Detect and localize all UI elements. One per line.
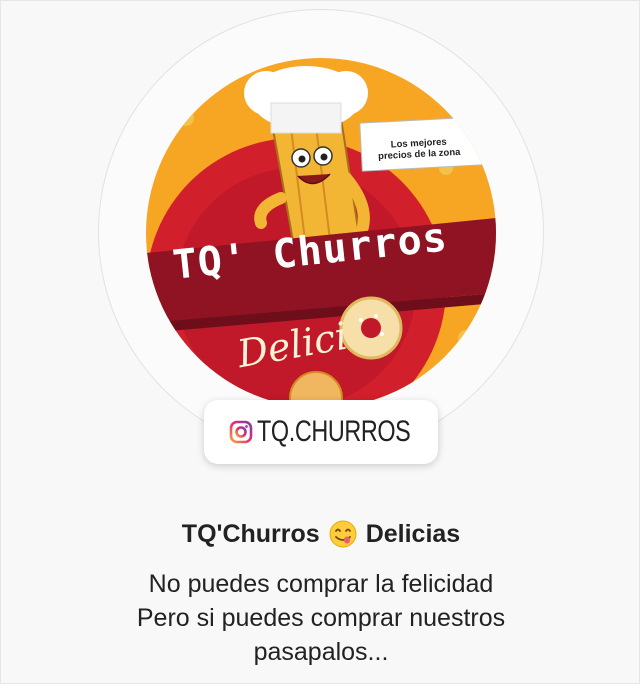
bio-line1: No puedes comprar la felicidad xyxy=(148,570,494,598)
profile-name-part2: Delicias xyxy=(365,519,461,548)
profile-bio: No puedes comprar la felicidad Pero si p… xyxy=(1,567,640,669)
yum-face-emoji-icon xyxy=(328,519,358,549)
bio-line2: Pero si puedes comprar nuestros xyxy=(136,604,506,632)
instagram-handle-text: TQ.CHURROS xyxy=(256,415,411,448)
story-frame: Los mejores precios de la zona TQ' Churr… xyxy=(0,0,640,684)
instagram-handle-sticker[interactable]: TQ.CHURROS xyxy=(204,400,438,464)
bio-line3: pasapalos... xyxy=(253,638,389,666)
instagram-icon xyxy=(229,420,253,444)
profile-name-part1: TQ'Churros xyxy=(181,519,320,548)
profile-name: TQ'Churros Delicias xyxy=(1,519,640,549)
